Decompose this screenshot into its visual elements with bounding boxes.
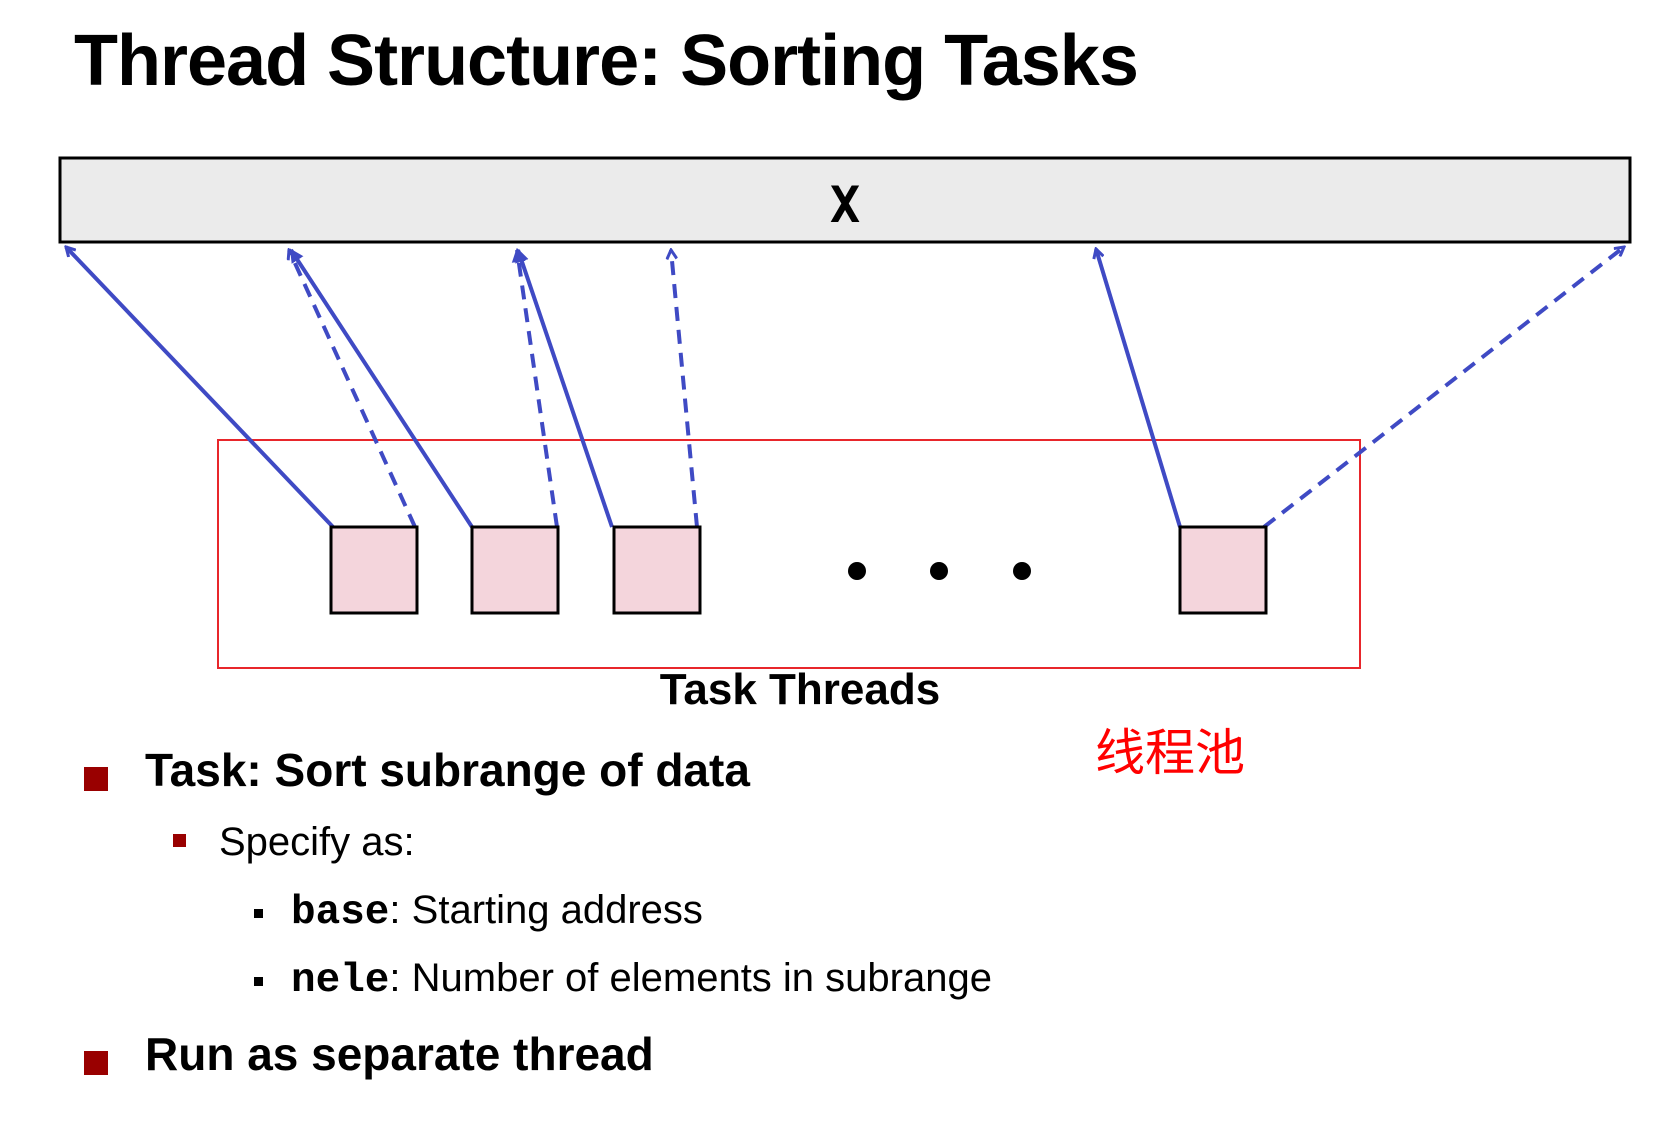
ellipsis-dot-2 xyxy=(930,562,948,580)
arrow-thread1-start xyxy=(66,247,335,529)
bullet-square-icon xyxy=(173,834,186,847)
array-x-label: X xyxy=(830,176,860,234)
thread-pool-label: 线程池 xyxy=(1095,724,1245,782)
arrow-thread2-start xyxy=(289,248,474,529)
arrow-thread2-end xyxy=(511,248,559,528)
base-description: : Starting address xyxy=(389,888,703,932)
nele-description: : Number of elements in subrange xyxy=(389,956,992,1000)
task-thread-box-n xyxy=(1178,525,1268,615)
task-thread-box-3 xyxy=(612,525,702,615)
bullet-task: Task: Sort subrange of data xyxy=(145,744,750,796)
arrow-threadN-start xyxy=(1096,249,1182,528)
task-threads-label: Task Threads xyxy=(660,665,940,714)
ellipsis-dot-1 xyxy=(848,562,866,580)
task-thread-box-1 xyxy=(329,525,419,615)
bullet-run: Run as separate thread xyxy=(145,1028,654,1080)
bullet-square-icon xyxy=(84,1051,108,1075)
arrow-thread1-end xyxy=(289,250,417,528)
arrow-thread3-start xyxy=(515,248,614,528)
ellipsis xyxy=(848,562,1031,580)
bullet-specify: Specify as: xyxy=(219,820,415,864)
arrow-threadN-end xyxy=(1262,247,1624,529)
arrow-thread3-end xyxy=(671,250,699,528)
task-thread-box-2 xyxy=(470,525,560,615)
bullet-square-icon xyxy=(254,977,263,986)
bullet-nele: nele: Number of elements in subrange xyxy=(291,956,992,1004)
ellipsis-dot-3 xyxy=(1013,562,1031,580)
arrow-group xyxy=(66,247,1624,529)
code-nele: nele xyxy=(291,958,390,1004)
code-base: base xyxy=(291,890,390,936)
bullet-square-icon xyxy=(254,909,263,918)
bullet-base: base: Starting address xyxy=(291,888,703,936)
bullet-square-icon xyxy=(84,767,108,791)
